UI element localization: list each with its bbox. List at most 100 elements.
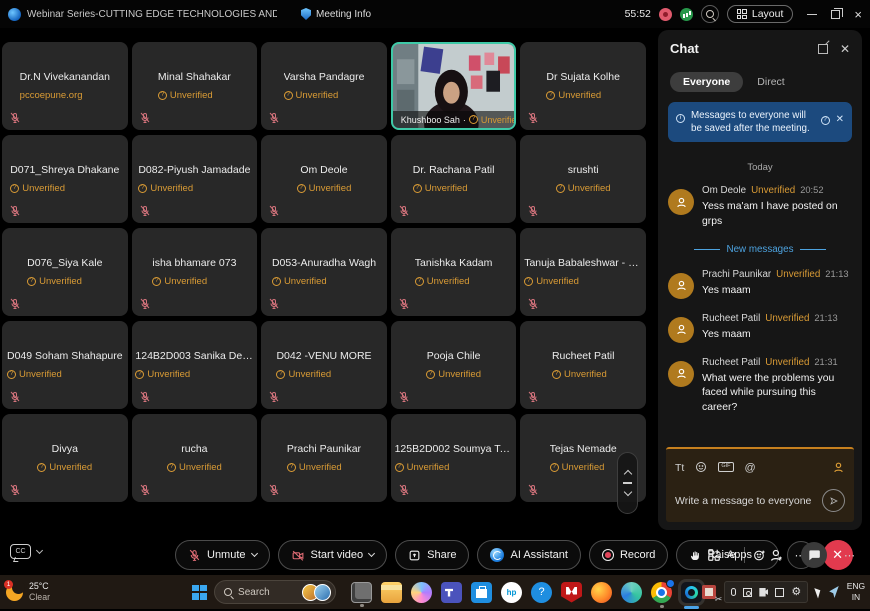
- participant-tile[interactable]: Khushboo Sah Unverified: [391, 42, 517, 130]
- ai-assistant-button[interactable]: AI Assistant: [477, 540, 580, 570]
- participant-tile[interactable]: Rucheet Patil Unverified: [520, 321, 646, 409]
- chevron-down-icon[interactable]: [36, 547, 43, 554]
- record-button[interactable]: Record: [589, 540, 668, 570]
- unmute-button[interactable]: Unmute: [175, 540, 270, 570]
- zoom-magnifier-button[interactable]: [701, 5, 719, 23]
- message-time: 21:31: [814, 357, 837, 367]
- more-panels-button[interactable]: ⋯: [844, 549, 856, 562]
- participant-tile[interactable]: Tanuja Babaleshwar - 124B1D... Unverifie…: [520, 228, 646, 316]
- taskbar-webex-icon[interactable]: [681, 582, 702, 603]
- tab-everyone[interactable]: Everyone: [670, 72, 743, 92]
- participant-name: D076_Siya Kale: [27, 257, 102, 269]
- banner-close-icon[interactable]: ✕: [836, 115, 844, 125]
- taskbar-firefox-icon[interactable]: [591, 582, 612, 603]
- closed-captions-icon[interactable]: [10, 544, 31, 559]
- tab-direct[interactable]: Direct: [757, 76, 784, 88]
- participant-tile[interactable]: Dr.N Vivekanandan pccoepune.org: [2, 42, 128, 130]
- taskbar-teams-icon[interactable]: [441, 582, 462, 603]
- participant-tile[interactable]: Dr Sujata Kolhe Unverified: [520, 42, 646, 130]
- capture-mini-toolbar[interactable]: ⚙: [724, 581, 808, 603]
- participant-tile[interactable]: Tanishka Kadam Unverified: [391, 228, 517, 316]
- share-button[interactable]: Share: [395, 540, 469, 570]
- participant-tile[interactable]: Om Deole Unverified: [261, 135, 387, 223]
- help-icon[interactable]: [821, 116, 830, 125]
- connection-quality-icon[interactable]: [680, 8, 693, 21]
- participant-tile[interactable]: Divya Unverified: [2, 414, 128, 502]
- chat-message-list[interactable]: Today Om Deole Unverified 20:52 Yess ma'…: [658, 148, 862, 447]
- taskbar-chrome-icon[interactable]: [651, 582, 672, 603]
- taskbar-edge-icon[interactable]: [621, 582, 642, 603]
- muted-mic-icon: [9, 205, 21, 217]
- screen-recorder-icon[interactable]: [702, 585, 716, 599]
- message-text: What were the problems you faced while p…: [702, 372, 852, 416]
- start-video-button[interactable]: Start video: [278, 540, 388, 570]
- muted-mic-icon: [9, 484, 21, 496]
- gear-icon[interactable]: ⚙: [791, 587, 801, 598]
- participant-tile[interactable]: Varsha Pandagre Unverified: [261, 42, 387, 130]
- taskbar-store-icon[interactable]: [471, 582, 492, 603]
- weather-moon-icon: [6, 584, 23, 601]
- text-format-icon[interactable]: [675, 458, 684, 476]
- send-button[interactable]: [822, 489, 845, 512]
- participant-tile[interactable]: Minal Shahakar Unverified: [132, 42, 258, 130]
- participant-status-label-overlay: Unverified: [481, 115, 515, 125]
- participant-tile[interactable]: D071_Shreya Dhakane Unverified: [2, 135, 128, 223]
- participant-tile[interactable]: D082-Piyush Jamadade Unverified: [132, 135, 258, 223]
- participant-tile[interactable]: D049 Soham Shahapure Unverified: [2, 321, 128, 409]
- chevron-down-icon[interactable]: [250, 550, 257, 557]
- participant-tile[interactable]: 124B2D003 Sanika Dethe Unverified: [132, 321, 258, 409]
- camera-icon[interactable]: [743, 588, 752, 597]
- participant-status: Unverified: [37, 462, 92, 473]
- taskbar-mcafee-icon[interactable]: [561, 582, 582, 603]
- popout-icon[interactable]: [818, 44, 828, 54]
- video-camera-icon[interactable]: [759, 588, 768, 597]
- chat-close-icon[interactable]: ✕: [840, 43, 850, 55]
- emoji-icon[interactable]: [695, 461, 707, 473]
- window-capture-icon[interactable]: [775, 588, 784, 597]
- participant-tile[interactable]: D053-Anuradha Wagh Unverified: [261, 228, 387, 316]
- layout-button[interactable]: Layout: [727, 5, 794, 23]
- apps-button[interactable]: Apps: [707, 548, 752, 562]
- taskbar-hp-support-icon[interactable]: [531, 582, 552, 603]
- participant-tile[interactable]: rucha Unverified: [132, 414, 258, 502]
- taskbar-explorer-icon[interactable]: [381, 582, 402, 603]
- mic-icon[interactable]: [731, 588, 736, 596]
- scroll-down-icon[interactable]: [623, 488, 631, 496]
- participant-tile[interactable]: 125B2D002 Soumya Tarate Unverified: [391, 414, 517, 502]
- muted-mic-icon: [398, 298, 410, 310]
- close-button[interactable]: ×: [854, 8, 862, 21]
- taskbar-search[interactable]: Search: [214, 580, 336, 604]
- recipient-person-icon[interactable]: [832, 461, 845, 474]
- start-button[interactable]: [192, 585, 207, 600]
- participants-button[interactable]: [769, 548, 784, 563]
- meeting-info-label: Meeting Info: [316, 9, 371, 20]
- chat-toggle-button[interactable]: [801, 542, 827, 568]
- message-unverified-badge: Unverified: [751, 185, 795, 196]
- meeting-info-button[interactable]: Meeting Info: [301, 8, 371, 20]
- grid-scroll-control[interactable]: [617, 452, 638, 514]
- chevron-down-icon[interactable]: [368, 550, 375, 557]
- participant-tile[interactable]: Pooja Chile Unverified: [391, 321, 517, 409]
- apps-grid-icon: [707, 548, 721, 562]
- participant-tile[interactable]: D042 -VENU MORE Unverified: [261, 321, 387, 409]
- location-pointer-icon[interactable]: [829, 586, 839, 598]
- captions-control[interactable]: [10, 544, 42, 559]
- taskbar-copilot-icon[interactable]: [411, 582, 432, 603]
- gif-icon[interactable]: [718, 462, 733, 473]
- participant-tile[interactable]: srushti Unverified: [520, 135, 646, 223]
- taskbar-stack-icon[interactable]: [351, 582, 372, 603]
- participant-status: Unverified: [152, 276, 236, 287]
- maximize-button[interactable]: [831, 10, 840, 19]
- weather-widget[interactable]: 25°C Clear: [6, 581, 50, 603]
- mention-icon[interactable]: [745, 458, 756, 476]
- participant-tile[interactable]: Dr. Rachana Patil Unverified: [391, 135, 517, 223]
- participant-tile[interactable]: isha bhamare 073 Unverified: [132, 228, 258, 316]
- minimize-button[interactable]: [807, 14, 817, 15]
- scroll-up-icon[interactable]: [623, 470, 631, 478]
- taskbar-hp-icon[interactable]: [501, 582, 522, 603]
- participant-tile[interactable]: Prachi Paunikar Unverified: [261, 414, 387, 502]
- message-input[interactable]: [675, 495, 815, 507]
- participant-tile[interactable]: D076_Siya Kale Unverified: [2, 228, 128, 316]
- unverified-icon: [272, 277, 281, 286]
- language-indicator[interactable]: ENG IN: [847, 581, 865, 603]
